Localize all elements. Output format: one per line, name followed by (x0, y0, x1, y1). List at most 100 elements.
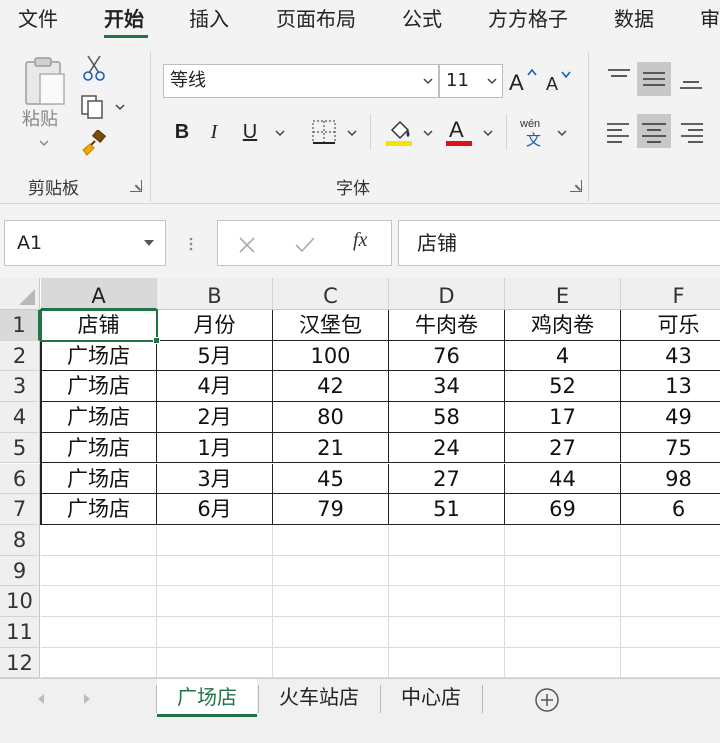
table-cell[interactable]: 52 (505, 371, 621, 403)
empty-cell[interactable] (505, 617, 621, 648)
font-dialog-launcher[interactable] (570, 180, 582, 192)
sheet-tab-zhongxin[interactable]: 中心店 (381, 679, 481, 717)
copy-dropdown-icon[interactable] (114, 102, 126, 112)
table-cell[interactable]: 80 (273, 402, 389, 433)
row-header[interactable]: 7 (0, 494, 40, 525)
table-cell[interactable]: 34 (389, 371, 505, 403)
table-cell[interactable]: 44 (505, 463, 621, 495)
fill-handle[interactable] (153, 336, 160, 344)
enter-icon[interactable] (294, 236, 316, 254)
sheet-tab-guangchang[interactable]: 广场店 (157, 679, 257, 717)
row-header[interactable]: 6 (0, 463, 40, 495)
row-header[interactable]: 5 (0, 432, 40, 464)
header-cell[interactable]: 牛肉卷 (389, 310, 505, 341)
scroll-left-icon[interactable] (36, 693, 46, 705)
empty-cell[interactable] (41, 617, 157, 648)
row-header[interactable]: 8 (0, 524, 40, 556)
menu-tab-page-layout[interactable]: 页面布局 (276, 6, 356, 32)
paste-dropdown-icon[interactable] (38, 138, 50, 148)
cancel-icon[interactable] (238, 236, 256, 254)
phonetic-dropdown-icon[interactable] (556, 128, 568, 138)
table-cell[interactable]: 广场店 (41, 432, 157, 464)
copy-icon[interactable] (80, 94, 106, 120)
table-cell[interactable]: 广场店 (41, 402, 157, 433)
row-header[interactable]: 3 (0, 371, 40, 403)
table-cell[interactable]: 13 (621, 371, 720, 403)
more-options-icon[interactable] (188, 236, 194, 252)
table-cell[interactable]: 100 (273, 340, 389, 372)
empty-cell[interactable] (621, 586, 720, 617)
menu-tab-formulas[interactable]: 公式 (402, 6, 442, 32)
increase-font-size-icon[interactable]: A (508, 66, 538, 94)
name-box[interactable]: A1 (4, 220, 166, 266)
row-header[interactable]: 10 (0, 586, 40, 617)
name-box-dropdown-icon[interactable] (143, 239, 155, 247)
empty-cell[interactable] (41, 524, 157, 556)
empty-cell[interactable] (157, 647, 273, 678)
top-align-button[interactable] (602, 62, 636, 96)
font-color-dropdown-icon[interactable] (482, 128, 494, 138)
table-cell[interactable]: 4月 (157, 371, 273, 403)
empty-cell[interactable] (41, 555, 157, 587)
table-cell[interactable]: 75 (621, 433, 720, 464)
borders-icon[interactable] (310, 118, 338, 146)
empty-cell[interactable] (389, 524, 505, 556)
menu-tab-fangfang-gezi[interactable]: 方方格子 (488, 6, 568, 32)
table-cell[interactable]: 广场店 (41, 371, 157, 403)
empty-cell[interactable] (273, 524, 389, 556)
empty-cell[interactable] (389, 617, 505, 648)
cut-icon[interactable] (82, 54, 106, 82)
empty-cell[interactable] (273, 647, 389, 678)
menu-tab-data[interactable]: 数据 (614, 6, 654, 32)
table-cell[interactable]: 4 (505, 340, 621, 372)
middle-align-button[interactable] (637, 62, 671, 96)
empty-cell[interactable] (41, 586, 157, 617)
row-header[interactable]: 9 (0, 555, 40, 587)
header-cell[interactable]: 汉堡包 (273, 310, 389, 341)
column-header[interactable]: D (389, 278, 505, 310)
table-cell[interactable]: 24 (389, 432, 505, 464)
bottom-align-button[interactable] (674, 62, 708, 96)
insert-function-button[interactable]: fx (353, 229, 367, 252)
table-cell[interactable]: 5月 (157, 340, 273, 372)
column-header[interactable]: A (41, 278, 157, 310)
empty-cell[interactable] (621, 556, 720, 587)
menu-tab-review[interactable]: 审 (700, 6, 720, 32)
italic-button[interactable]: I (206, 120, 222, 144)
header-cell[interactable]: 可乐 (621, 310, 720, 341)
empty-cell[interactable] (41, 647, 157, 678)
align-center-button[interactable] (637, 114, 671, 148)
column-header[interactable]: E (505, 278, 621, 310)
empty-cell[interactable] (273, 586, 389, 617)
table-cell[interactable]: 1月 (157, 432, 273, 464)
table-cell[interactable]: 广场店 (41, 340, 157, 372)
header-cell[interactable]: 月份 (157, 310, 273, 341)
align-right-button[interactable] (674, 114, 708, 148)
table-cell[interactable]: 42 (273, 371, 389, 403)
underline-dropdown-icon[interactable] (274, 128, 286, 138)
underline-button[interactable]: U (240, 120, 260, 144)
table-cell[interactable]: 69 (505, 494, 621, 525)
fill-color-icon[interactable] (384, 116, 416, 148)
menu-tab-home[interactable]: 开始 (104, 6, 144, 32)
row-header[interactable]: 11 (0, 617, 40, 648)
table-cell[interactable]: 43 (621, 341, 720, 372)
menu-tab-insert[interactable]: 插入 (189, 6, 229, 32)
empty-cell[interactable] (389, 647, 505, 678)
formula-input[interactable]: 店铺 (398, 220, 720, 266)
worksheet-grid[interactable]: A B C D E F 1 店铺 月份 汉堡包 牛肉卷 鸡肉卷 可乐 2 广场店 5月 100 76 4 43 3 广场店… (0, 278, 720, 678)
empty-cell[interactable] (273, 617, 389, 648)
format-painter-icon[interactable] (80, 130, 108, 158)
menu-tab-file[interactable]: 文件 (18, 6, 58, 32)
row-header[interactable]: 2 (0, 340, 40, 372)
empty-cell[interactable] (157, 586, 273, 617)
font-size-select[interactable]: 11 (439, 64, 503, 98)
add-sheet-icon[interactable] (534, 687, 560, 713)
empty-cell[interactable] (621, 617, 720, 648)
empty-cell[interactable] (157, 524, 273, 556)
clipboard-dialog-launcher[interactable] (130, 180, 142, 192)
row-header[interactable]: 4 (0, 402, 40, 433)
borders-dropdown-icon[interactable] (346, 128, 358, 138)
select-all-button[interactable] (0, 278, 40, 310)
table-cell[interactable]: 58 (389, 402, 505, 433)
